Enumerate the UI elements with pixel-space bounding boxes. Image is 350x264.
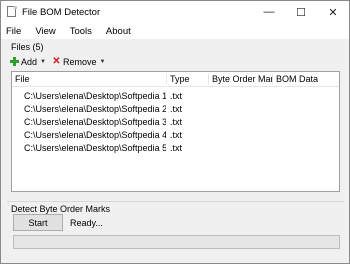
column-header-bom[interactable]: Byte Order Mark <box>208 74 272 84</box>
file-type: .txt <box>170 129 183 140</box>
file-path: C:\Users\elena\Desktop\Softpedia 4.txt <box>24 129 166 140</box>
status-text: Ready... <box>70 218 103 228</box>
column-header-file[interactable]: File <box>12 74 166 84</box>
remove-label: Remove <box>62 56 97 67</box>
maximize-button[interactable]: ☐ <box>285 1 317 23</box>
x-icon: ✕ <box>52 56 61 67</box>
files-group: Files (5) Add ▼ ✕ Remove ▼ File Type Byt… <box>7 42 344 194</box>
menu-bar: File View Tools About <box>1 23 349 39</box>
add-button[interactable]: Add ▼ <box>10 57 46 67</box>
file-type: .txt <box>170 90 183 101</box>
window-title: File BOM Detector <box>22 6 101 18</box>
start-button[interactable]: Start <box>13 214 63 231</box>
menu-about[interactable]: About <box>99 26 138 37</box>
file-type: .txt <box>170 116 183 127</box>
remove-button[interactable]: ✕ Remove ▼ <box>52 57 105 67</box>
column-header-type[interactable]: Type <box>166 74 208 84</box>
add-label: Add <box>21 56 38 67</box>
list-row[interactable]: C:\Users\elena\Desktop\Softpedia 1.txt .… <box>12 89 339 102</box>
files-group-label: Files (5) <box>11 42 44 52</box>
file-path: C:\Users\elena\Desktop\Softpedia 3.txt <box>24 116 166 127</box>
files-toolbar: Add ▼ ✕ Remove ▼ <box>10 54 111 69</box>
detect-group: Detect Byte Order Marks Start Ready... <box>7 201 344 262</box>
list-row[interactable]: C:\Users\elena\Desktop\Softpedia 5.txt .… <box>12 141 339 154</box>
close-button[interactable]: ✕ <box>317 1 349 23</box>
progress-bar <box>13 235 340 249</box>
column-header-bom-data[interactable]: BOM Data <box>272 74 334 84</box>
list-row[interactable]: C:\Users\elena\Desktop\Softpedia 4.txt .… <box>12 128 339 141</box>
file-list[interactable]: File Type Byte Order Mark BOM Data C:\Us… <box>11 71 340 192</box>
minimize-button[interactable]: — <box>253 1 285 23</box>
list-header: File Type Byte Order Mark BOM Data <box>12 72 339 87</box>
chevron-down-icon[interactable]: ▼ <box>40 59 46 65</box>
menu-tools[interactable]: Tools <box>63 26 99 37</box>
file-type: .txt <box>170 103 183 114</box>
main-window: File BOM Detector — ☐ ✕ File View Tools … <box>0 0 350 264</box>
window-controls: — ☐ ✕ <box>253 1 349 23</box>
list-rows: C:\Users\elena\Desktop\Softpedia 1.txt .… <box>12 87 339 154</box>
file-path: C:\Users\elena\Desktop\Softpedia 1.txt <box>24 90 166 101</box>
plus-icon <box>10 57 19 66</box>
menu-file[interactable]: File <box>1 26 28 37</box>
detect-group-label: Detect Byte Order Marks <box>11 204 111 214</box>
document-icon <box>6 6 18 18</box>
file-path: C:\Users\elena\Desktop\Softpedia 5.txt <box>24 142 166 153</box>
list-row[interactable]: C:\Users\elena\Desktop\Softpedia 2.txt .… <box>12 102 339 115</box>
title-bar[interactable]: File BOM Detector — ☐ ✕ <box>1 1 349 23</box>
file-path: C:\Users\elena\Desktop\Softpedia 2.txt <box>24 103 166 114</box>
chevron-down-icon[interactable]: ▼ <box>99 59 105 65</box>
menu-view[interactable]: View <box>28 26 62 37</box>
file-type: .txt <box>170 142 183 153</box>
list-row[interactable]: C:\Users\elena\Desktop\Softpedia 3.txt .… <box>12 115 339 128</box>
